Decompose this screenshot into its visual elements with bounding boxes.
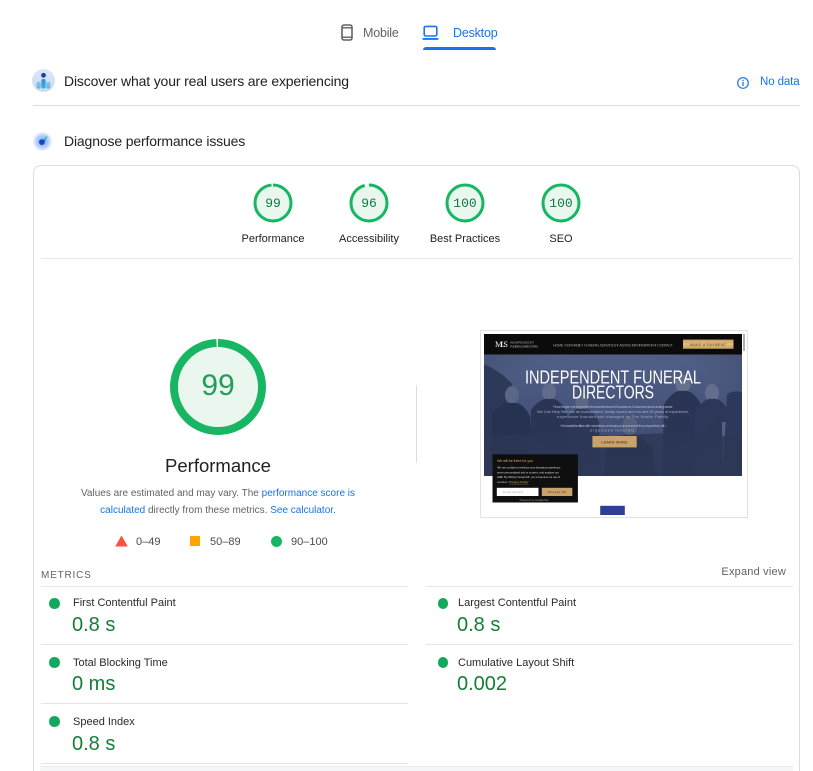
svg-text:experience founded and managed: experience founded and managed by The Hu… xyxy=(557,414,669,419)
svg-text:We use cookies to enhance your: We use cookies to enhance your browsing … xyxy=(497,466,561,470)
svg-text:MLS: MLS xyxy=(495,339,508,349)
svg-text:cookies. Privacy Policy: cookies. Privacy Policy xyxy=(497,480,529,484)
svg-text:DIRECTORS: DIRECTORS xyxy=(572,382,654,403)
svg-text:FUNERAL DIRECTORS: FUNERAL DIRECTORS xyxy=(510,345,538,349)
svg-text:organised funerals.: organised funerals. xyxy=(590,428,636,433)
svg-text:LEARN MORE: LEARN MORE xyxy=(602,441,629,445)
svg-text:traffic. By clicking "Accept A: traffic. By clicking "Accept All", you c… xyxy=(497,475,560,479)
svg-text:MAKE A PAYMENT: MAKE A PAYMENT xyxy=(690,343,726,347)
svg-text:Powered by CookieYes: Powered by CookieYes xyxy=(520,498,549,502)
svg-text:We will be there for you: We will be there for you xyxy=(497,459,533,463)
svg-text:HOME OUR FAMILY FUNERAL SERV: HOME OUR FAMILY FUNERAL SERVICES ▾ ADVIC… xyxy=(553,344,674,348)
svg-text:Accept All: Accept All xyxy=(548,490,566,494)
svg-text:serve personalized ads or cont: serve personalized ads or content, and a… xyxy=(497,470,559,474)
svg-text:Customize: Customize xyxy=(503,490,523,494)
